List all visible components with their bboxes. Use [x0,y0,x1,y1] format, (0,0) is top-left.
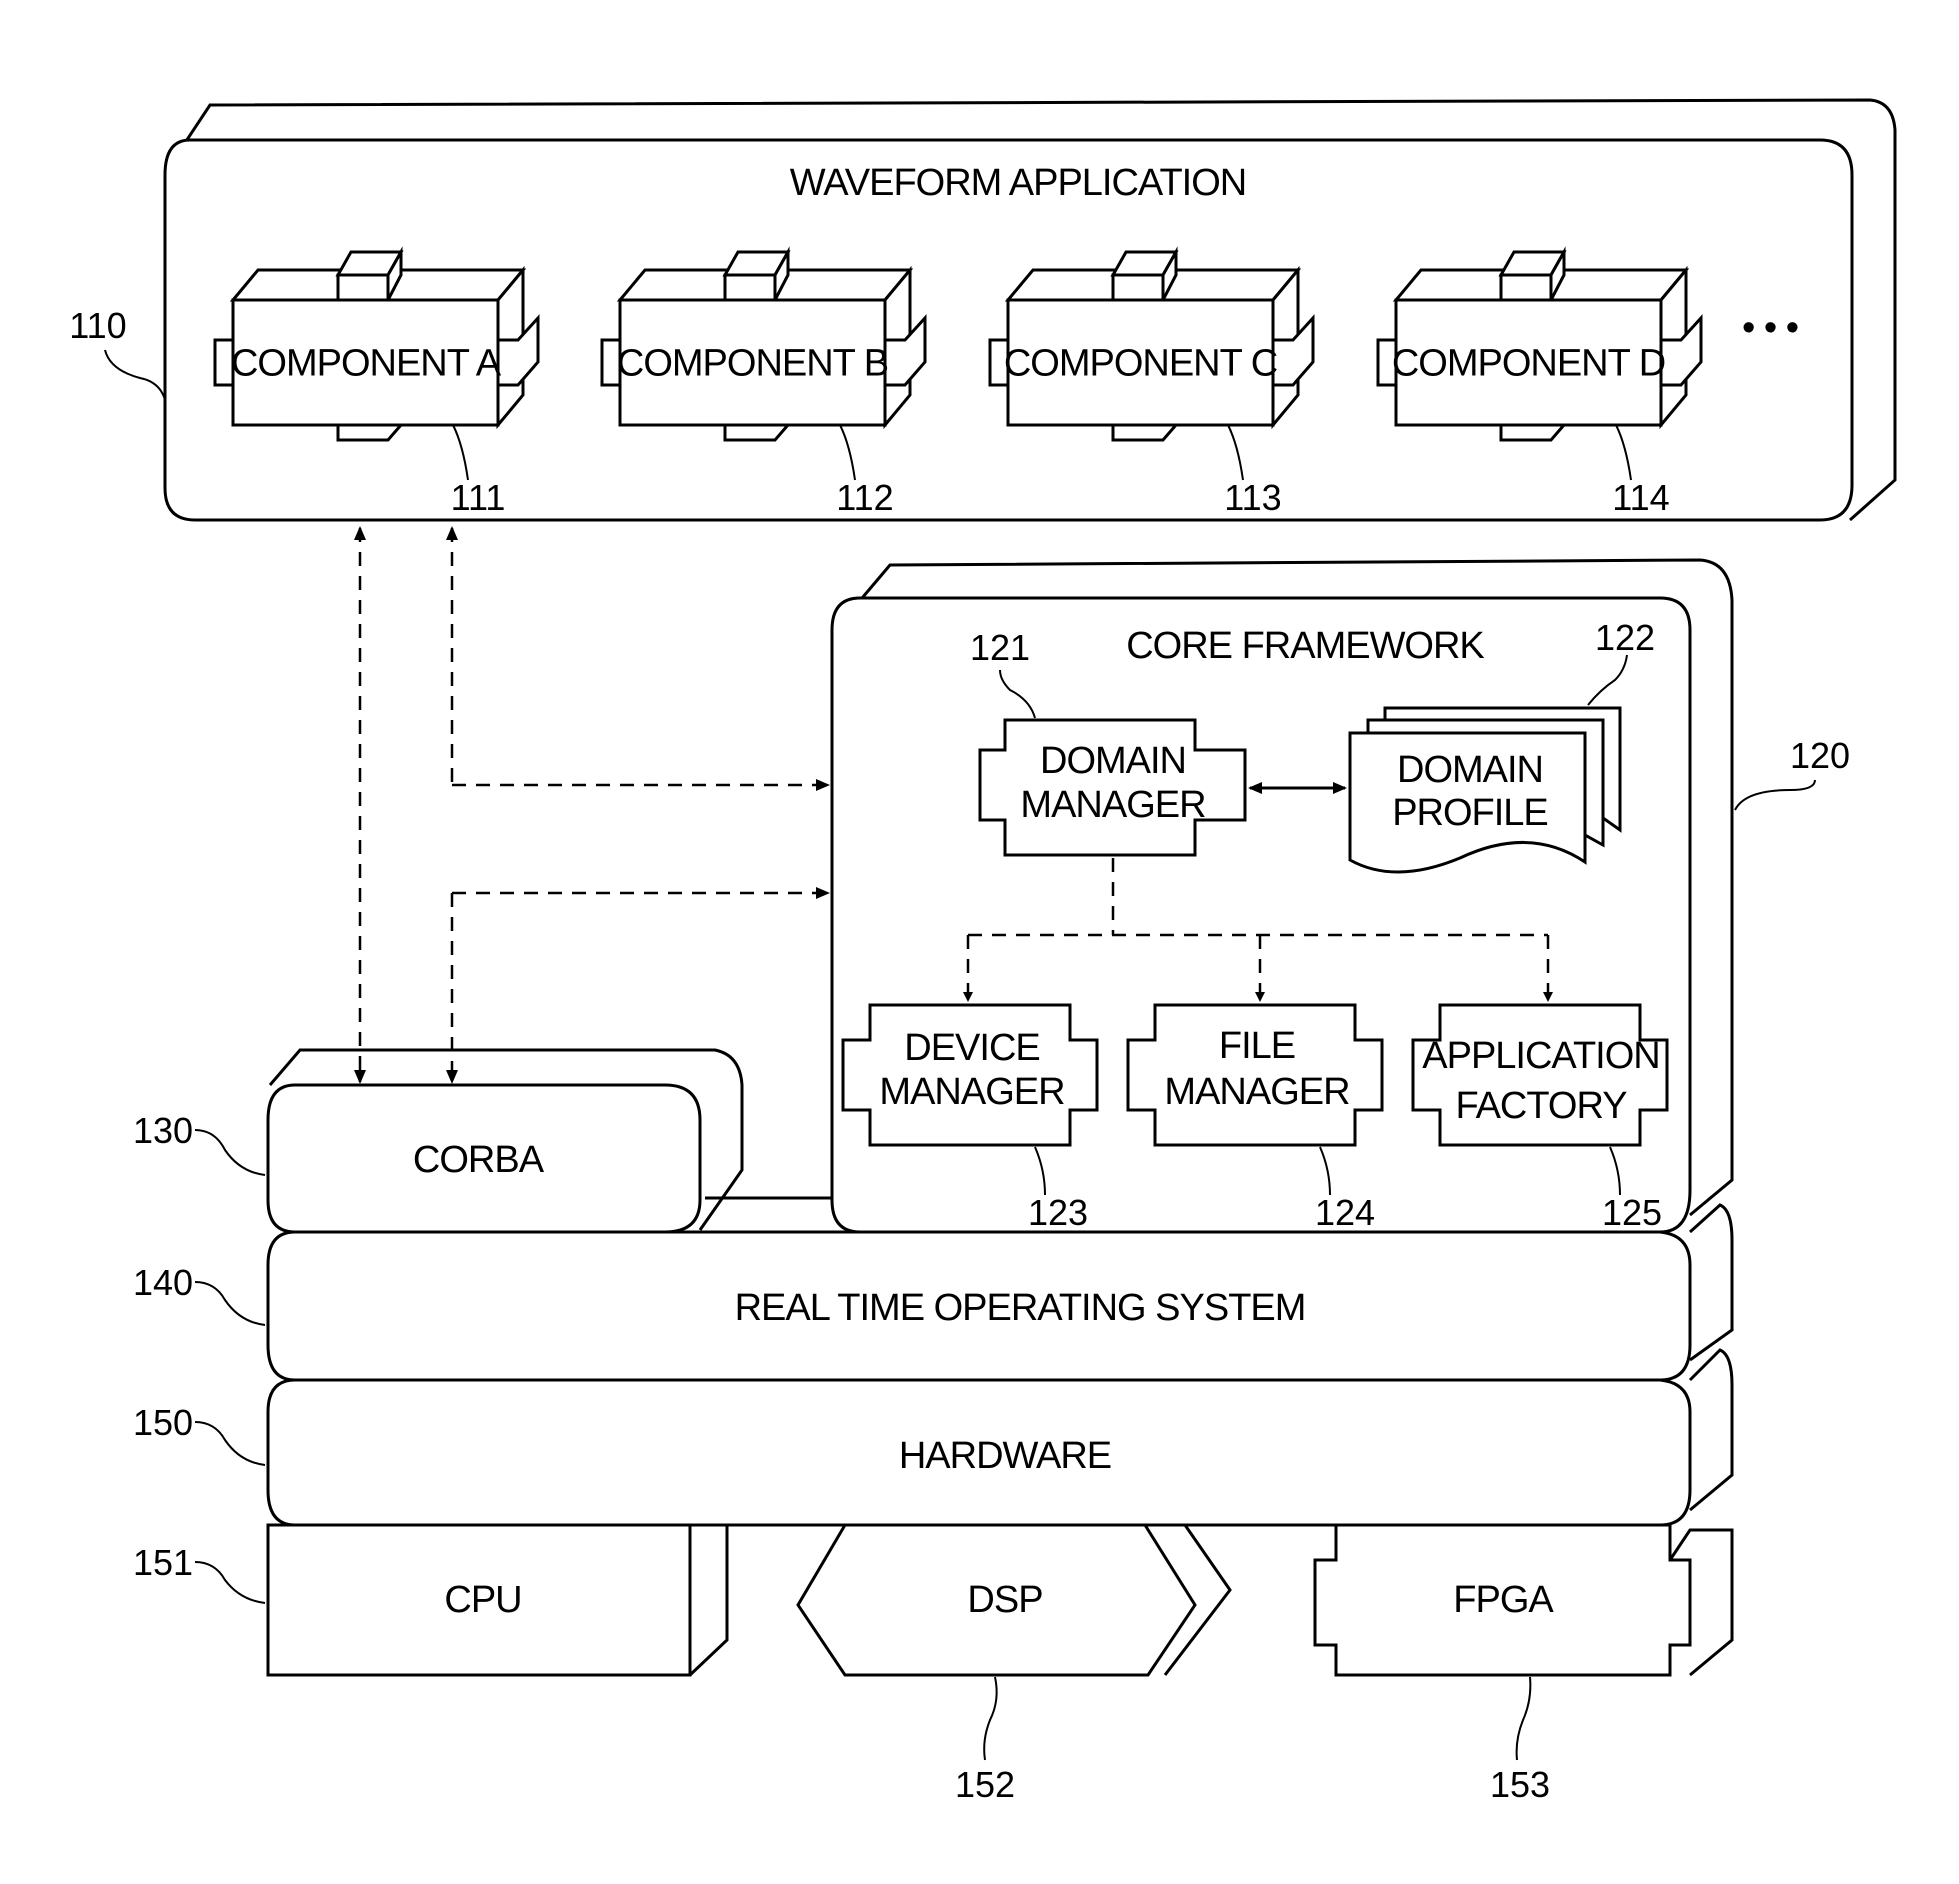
domain-manager-line1: DOMAIN [1040,740,1186,782]
cpu-label: CPU [444,1579,521,1621]
ref-140: 140 [133,1262,193,1303]
application-factory[interactable]: APPLICATION FACTORY [1411,1003,1669,1147]
waveform-title: WAVEFORM APPLICATION [790,162,1246,204]
ref-130: 130 [133,1110,193,1151]
cpu-block[interactable]: CPU [266,1523,729,1677]
ref-151: 151 [133,1542,193,1583]
fpga-block[interactable]: FPGA [1313,1523,1734,1677]
component-ref: 114 [1612,477,1669,518]
ref-leader-152 [983,1676,998,1761]
component-label: COMPONENT D [1392,343,1665,385]
ref-125: 125 [1602,1192,1662,1233]
ref-121: 121 [970,627,1030,668]
domain-profile[interactable]: DOMAIN PROFILE [1348,706,1622,874]
dsp-label: DSP [967,1579,1042,1621]
corba-block[interactable]: CORBA [266,1048,832,1234]
file-manager-line2: MANAGER [1164,1071,1349,1113]
ref-leader-140 [194,1281,266,1326]
sca-architecture-diagram: WAVEFORM APPLICATION 110 • • • COMPONENT… [69,98,1897,1805]
ref-153: 153 [1490,1764,1550,1805]
rtos-label: REAL TIME OPERATING SYSTEM [735,1287,1306,1329]
ref-150: 150 [133,1402,193,1443]
device-manager[interactable]: DEVICE MANAGER [841,1003,1099,1147]
ref-120: 120 [1790,735,1850,776]
hardware-label: HARDWARE [899,1435,1111,1477]
component-ref: 111 [451,477,506,518]
component-label: COMPONENT A [231,343,502,385]
corba-label: CORBA [413,1139,545,1181]
app-factory-line1: APPLICATION [1422,1035,1659,1077]
component-ref: 112 [836,477,893,518]
component-ref: 113 [1224,477,1281,518]
rtos-block[interactable]: REAL TIME OPERATING SYSTEM [266,1203,1734,1382]
ref-123: 123 [1028,1192,1088,1233]
ref-152: 152 [955,1764,1015,1805]
ref-122: 122 [1595,617,1655,658]
fpga-label: FPGA [1453,1579,1554,1621]
file-manager-line1: FILE [1219,1025,1295,1067]
domain-profile-line2: PROFILE [1392,792,1548,834]
more-components-ellipsis: • • • [1742,307,1798,349]
ref-110: 110 [69,305,126,346]
ref-leader-151 [194,1561,266,1604]
file-manager[interactable]: FILE MANAGER [1126,1003,1384,1147]
ref-leader-130 [194,1129,266,1176]
component-label: COMPONENT C [1004,343,1277,385]
ref-leader-110 [104,349,166,401]
device-manager-line2: MANAGER [879,1071,1064,1113]
domain-profile-line1: DOMAIN [1397,749,1543,791]
core-title: CORE FRAMEWORK [1126,625,1484,667]
ref-124: 124 [1315,1192,1375,1233]
component-label: COMPONENT B [617,343,888,385]
communication-arrows [354,526,830,1084]
app-factory-line2: FACTORY [1455,1085,1627,1127]
ref-leader-120 [1734,779,1816,811]
ref-leader-150 [194,1421,266,1466]
ref-leader-153 [1515,1676,1532,1761]
domain-manager-line2: MANAGER [1020,784,1205,826]
core-framework-block: CORE FRAMEWORK 120 DOMAIN MANAGER 121 DO… [830,558,1850,1234]
device-manager-line1: DEVICE [904,1027,1039,1069]
dsp-block[interactable]: DSP [796,1523,1232,1677]
